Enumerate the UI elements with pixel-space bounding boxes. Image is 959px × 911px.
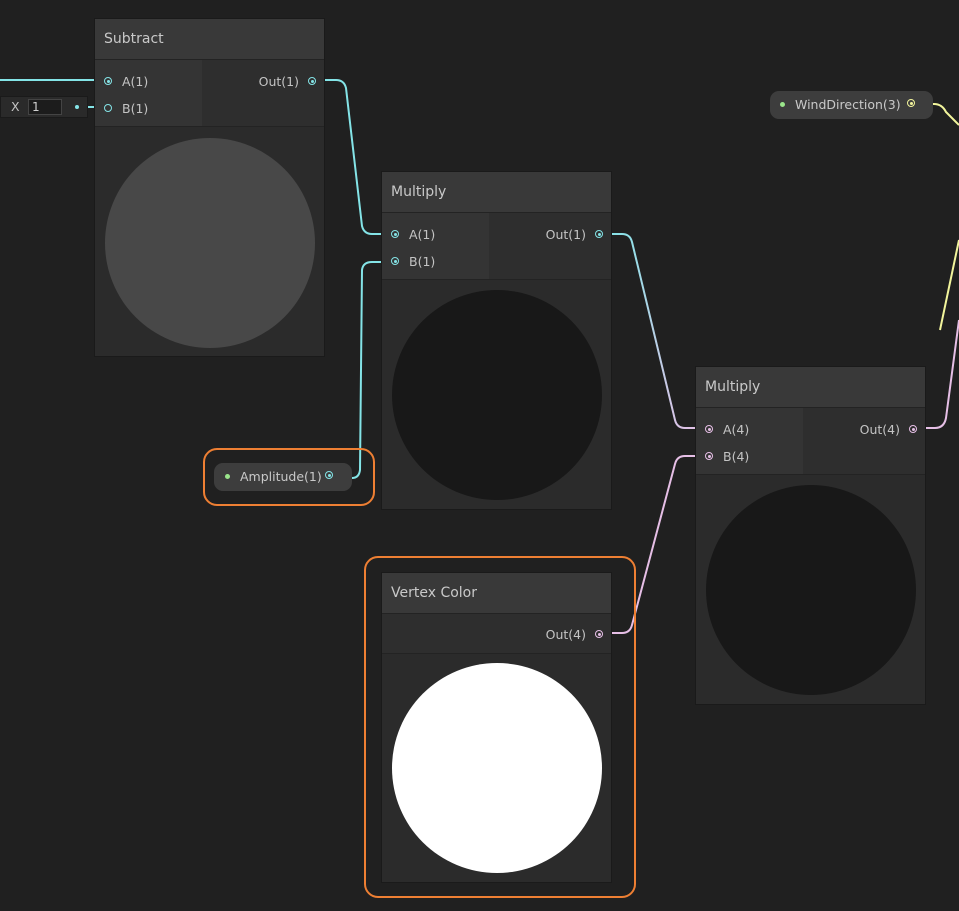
property-label: Amplitude(1) bbox=[240, 469, 322, 484]
input-port-b[interactable]: B(4) bbox=[705, 449, 749, 465]
preview-sphere bbox=[105, 138, 315, 348]
port-label: Out(4) bbox=[545, 627, 586, 642]
port-label: B(1) bbox=[409, 254, 436, 269]
subtract-node[interactable]: Subtract A(1) B(1) Out(1) bbox=[95, 19, 324, 356]
wire-vertexcolor-to-multiply2-b bbox=[603, 455, 705, 634]
port-label: B(4) bbox=[723, 449, 750, 464]
x-value-field[interactable]: 1 bbox=[28, 99, 62, 115]
node-preview bbox=[696, 475, 925, 704]
output-port[interactable]: Out(4) bbox=[545, 627, 603, 643]
input-port-b[interactable]: B(1) bbox=[104, 101, 148, 117]
node-ports: A(4) B(4) Out(4) bbox=[696, 408, 925, 475]
port-connector-icon[interactable] bbox=[705, 452, 713, 460]
input-port-a[interactable]: A(1) bbox=[104, 74, 148, 90]
preview-sphere bbox=[392, 290, 602, 500]
node-ports: Out(4) bbox=[382, 614, 611, 654]
output-port[interactable]: Out(4) bbox=[859, 422, 917, 438]
node-title[interactable]: Multiply bbox=[696, 367, 925, 408]
node-ports: A(1) B(1) Out(1) bbox=[95, 60, 324, 127]
node-title[interactable]: Multiply bbox=[382, 172, 611, 213]
port-label: A(4) bbox=[723, 422, 750, 437]
input-port-b[interactable]: B(1) bbox=[391, 254, 435, 270]
port-label: Out(1) bbox=[545, 227, 586, 242]
node-title[interactable]: Subtract bbox=[95, 19, 324, 60]
node-ports: A(1) B(1) Out(1) bbox=[382, 213, 611, 280]
port-connector-icon[interactable] bbox=[325, 471, 333, 479]
output-port[interactable]: Out(1) bbox=[545, 227, 603, 243]
node-preview bbox=[382, 654, 611, 882]
input-port-a[interactable]: A(4) bbox=[705, 422, 749, 438]
port-label: B(1) bbox=[122, 101, 149, 116]
node-preview bbox=[95, 127, 324, 356]
port-label: Out(1) bbox=[258, 74, 299, 89]
output-port[interactable]: Out(1) bbox=[258, 74, 316, 90]
port-connector-icon[interactable] bbox=[308, 77, 316, 85]
preview-sphere bbox=[706, 485, 916, 695]
input-port-a[interactable]: A(1) bbox=[391, 227, 435, 243]
port-connector-icon[interactable] bbox=[391, 230, 399, 238]
port-connector-icon[interactable] bbox=[909, 425, 917, 433]
port-connector-icon[interactable] bbox=[595, 630, 603, 638]
x-input-port-dot bbox=[75, 105, 79, 109]
port-connector-icon[interactable] bbox=[391, 257, 399, 265]
port-label: A(1) bbox=[409, 227, 436, 242]
property-amplitude[interactable]: Amplitude(1) bbox=[214, 463, 352, 491]
port-connector-icon[interactable] bbox=[104, 77, 112, 85]
port-connector-icon[interactable] bbox=[907, 99, 915, 107]
port-label: A(1) bbox=[122, 74, 149, 89]
inline-x-input[interactable]: X 1 bbox=[0, 96, 88, 118]
x-axis-label: X bbox=[11, 99, 20, 114]
property-wind-direction[interactable]: WindDirection(3) bbox=[770, 91, 933, 119]
port-connector-icon[interactable] bbox=[595, 230, 603, 238]
property-indicator-dot bbox=[225, 474, 230, 479]
wire-yellow-up bbox=[939, 239, 959, 331]
multiply-node-1[interactable]: Multiply A(1) B(1) Out(1) bbox=[382, 172, 611, 509]
wire-subtract-to-multiply1-a bbox=[316, 79, 391, 235]
vertex-color-node[interactable]: Vertex Color Out(4) bbox=[382, 573, 611, 882]
preview-sphere bbox=[392, 663, 602, 873]
node-title[interactable]: Vertex Color bbox=[382, 573, 611, 614]
node-preview bbox=[382, 280, 611, 509]
port-connector-icon[interactable] bbox=[705, 425, 713, 433]
multiply-node-2[interactable]: Multiply A(4) B(4) Out(4) bbox=[696, 367, 925, 704]
port-label: Out(4) bbox=[859, 422, 900, 437]
property-indicator-dot bbox=[780, 102, 785, 107]
port-connector-icon[interactable] bbox=[104, 104, 112, 112]
wire-multiply1-to-multiply2-a bbox=[603, 233, 705, 429]
property-label: WindDirection(3) bbox=[795, 97, 901, 112]
